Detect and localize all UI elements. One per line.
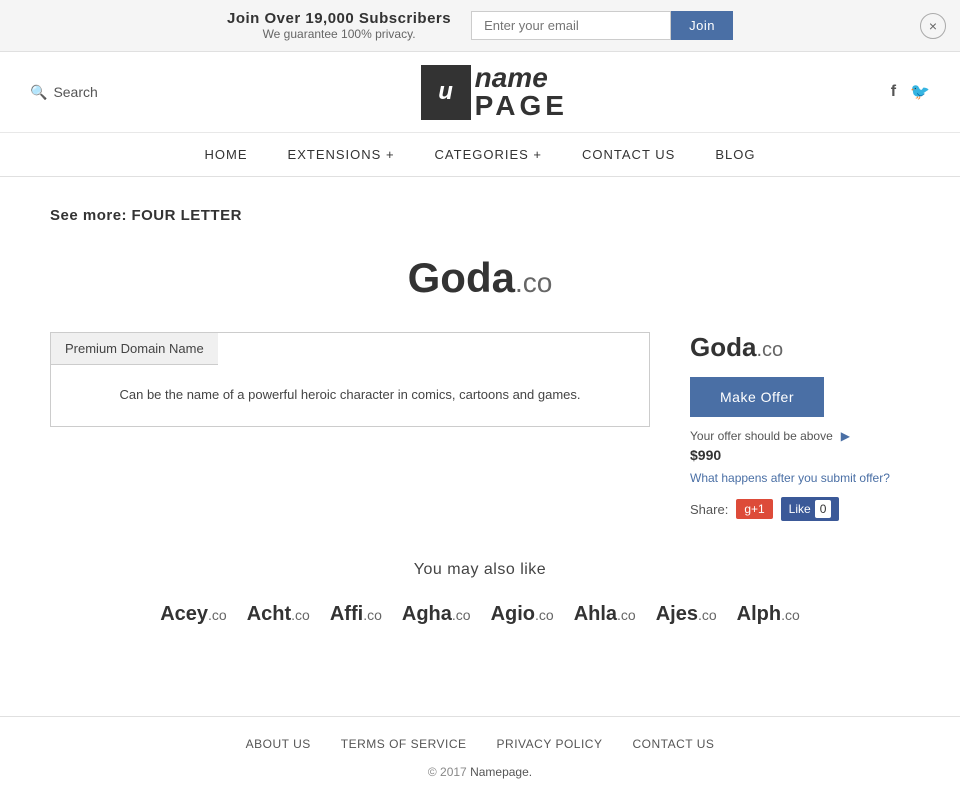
panel-name: Goda	[690, 332, 756, 362]
search-icon: 🔍	[30, 84, 47, 101]
banner-subtitle: We guarantee 100% privacy.	[227, 27, 451, 41]
fb-count: 0	[815, 500, 832, 518]
nav-item-home[interactable]: HOME	[205, 147, 248, 162]
also-like-grid: Acey.co Acht.co Affi.co Agha.co Agio.co …	[50, 603, 910, 626]
also-like-item-3[interactable]: Agha.co	[402, 603, 471, 626]
logo-icon: u	[421, 65, 471, 120]
footer-copyright: © 2017 Namepage.	[0, 765, 960, 779]
fb-like-label: Like	[789, 502, 811, 516]
nav: HOME EXTENSIONS + CATEGORIES + CONTACT U…	[0, 133, 960, 177]
nav-item-contact[interactable]: CONTACT US	[582, 147, 675, 162]
nav-item-categories[interactable]: CATEGORIES +	[435, 147, 542, 162]
see-more: See more: FOUR LETTER	[50, 207, 910, 224]
logo-text: name PAGE	[471, 64, 568, 120]
twitter-icon[interactable]: 🐦	[910, 82, 930, 102]
domain-name-display: Goda	[408, 254, 515, 301]
nav-item-blog[interactable]: BLOG	[715, 147, 755, 162]
domain-logo: Goda.co	[408, 254, 553, 301]
search-label: Search	[53, 84, 97, 100]
footer: ABOUT US TERMS OF SERVICE PRIVACY POLICY…	[0, 716, 960, 789]
domain-card: Premium Domain Name Can be the name of a…	[50, 332, 650, 427]
panel-domain-name: Goda.co	[690, 332, 910, 363]
card-body: Can be the name of a powerful heroic cha…	[51, 365, 649, 426]
make-offer-button[interactable]: Make Offer	[690, 377, 824, 417]
card-label: Premium Domain Name	[51, 333, 218, 365]
banner-text: Join Over 19,000 Subscribers We guarante…	[227, 10, 451, 41]
footer-site-name[interactable]: Namepage.	[470, 765, 532, 779]
nav-item-extensions[interactable]: EXTENSIONS +	[288, 147, 395, 162]
also-like-item-2[interactable]: Affi.co	[330, 603, 382, 626]
main-content: See more: FOUR LETTER Goda.co Premium Do…	[30, 177, 930, 656]
domain-tld-display: .co	[515, 267, 552, 298]
offer-hint: Your offer should be above ▶	[690, 429, 910, 443]
footer-link-terms[interactable]: TERMS OF SERVICE	[341, 737, 467, 751]
panel-tld: .co	[756, 339, 783, 361]
gplus-button[interactable]: g+1	[736, 499, 772, 519]
also-like-item-1[interactable]: Acht.co	[247, 603, 310, 626]
share-row: Share: g+1 Like 0	[690, 497, 910, 521]
logo-name: name	[475, 64, 568, 92]
top-banner: Join Over 19,000 Subscribers We guarante…	[0, 0, 960, 52]
also-like-item-7[interactable]: Alph.co	[737, 603, 800, 626]
content-row: Premium Domain Name Can be the name of a…	[50, 332, 910, 521]
footer-link-contact[interactable]: CONTACT US	[632, 737, 714, 751]
also-like-item-4[interactable]: Agio.co	[491, 603, 554, 626]
footer-links: ABOUT US TERMS OF SERVICE PRIVACY POLICY…	[0, 737, 960, 751]
domain-panel: Goda.co Make Offer Your offer should be …	[690, 332, 910, 521]
also-like-item-5[interactable]: Ahla.co	[574, 603, 636, 626]
banner-form: Join	[471, 11, 733, 40]
footer-link-about[interactable]: ABOUT US	[246, 737, 311, 751]
facebook-like-button[interactable]: Like 0	[781, 497, 840, 521]
footer-link-privacy[interactable]: PRIVACY POLICY	[497, 737, 603, 751]
social-links: f 🐦	[891, 82, 930, 102]
join-button[interactable]: Join	[671, 11, 733, 40]
arrow-icon: ▶	[841, 429, 850, 443]
also-like-item-6[interactable]: Ajes.co	[656, 603, 717, 626]
share-label: Share:	[690, 502, 728, 517]
logo-page: PAGE	[475, 92, 568, 120]
also-like-item-0[interactable]: Acey.co	[160, 603, 227, 626]
banner-title: Join Over 19,000 Subscribers	[227, 10, 451, 27]
header: 🔍 Search u name PAGE f 🐦	[0, 52, 960, 133]
offer-price: $990	[690, 447, 910, 463]
see-more-prefix: See more:	[50, 207, 127, 224]
also-like-section: You may also like Acey.co Acht.co Affi.c…	[50, 561, 910, 626]
close-button[interactable]: ×	[920, 13, 946, 39]
email-input[interactable]	[471, 11, 671, 40]
facebook-icon[interactable]: f	[891, 83, 896, 101]
search-area[interactable]: 🔍 Search	[30, 84, 98, 101]
see-more-tag[interactable]: FOUR LETTER	[131, 207, 242, 224]
logo[interactable]: u name PAGE	[421, 64, 568, 120]
offer-link[interactable]: What happens after you submit offer?	[690, 471, 910, 485]
domain-hero: Goda.co	[50, 254, 910, 302]
also-like-title: You may also like	[50, 561, 910, 579]
